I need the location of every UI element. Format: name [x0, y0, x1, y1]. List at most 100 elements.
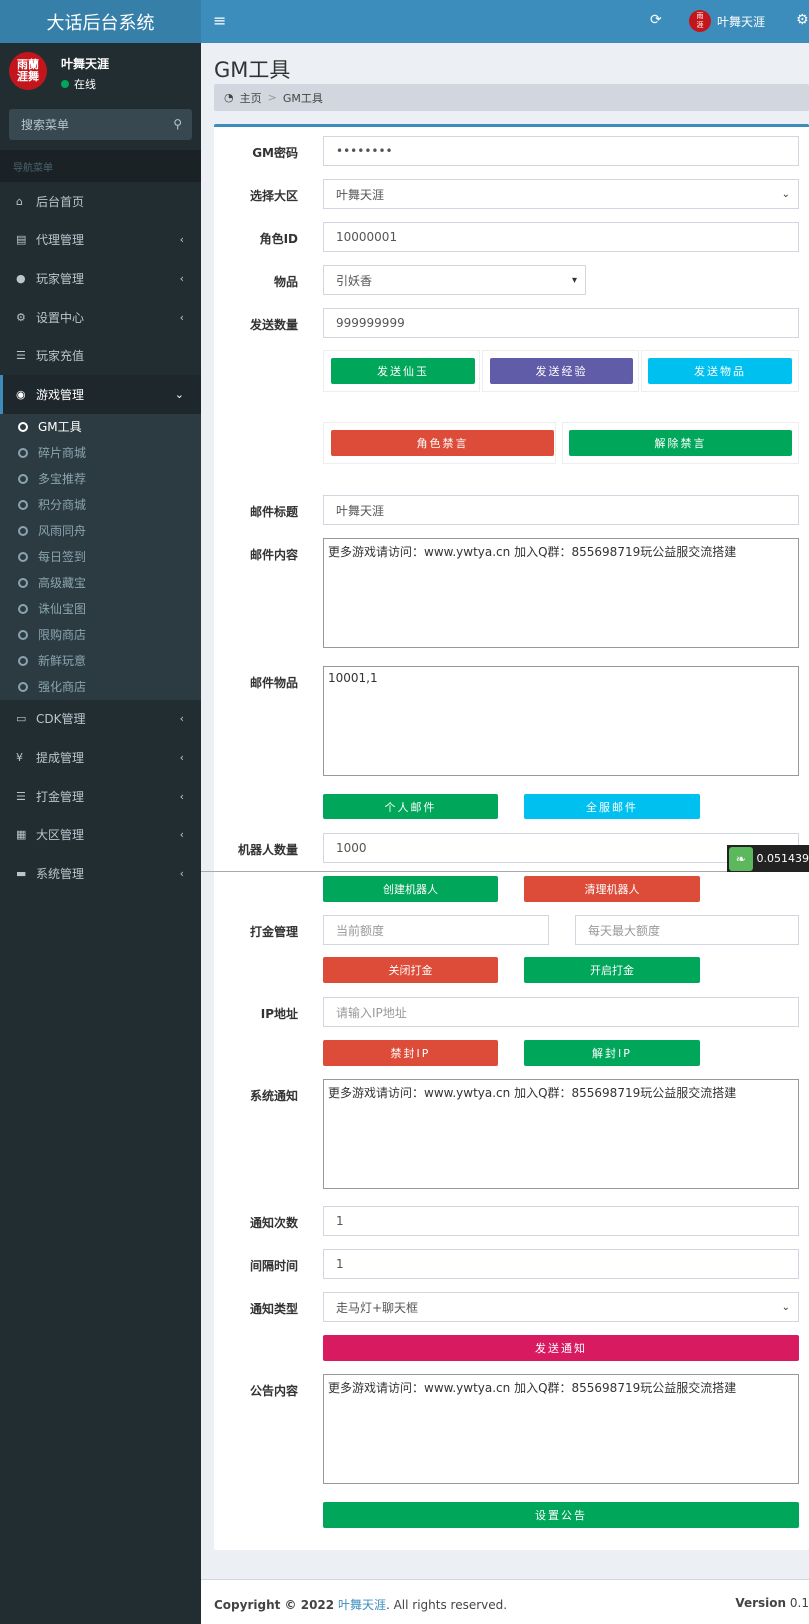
submenu-item[interactable]: 每日签到	[0, 544, 201, 570]
gears-icon: ⚙	[16, 310, 26, 324]
unban-ip-button[interactable]: 解封IP	[524, 1040, 700, 1066]
sidebar-item-recharge[interactable]: ☰ 玩家充值	[0, 336, 201, 375]
mail-items-textarea[interactable]: 10001,1	[323, 666, 799, 776]
set-announcement-button[interactable]: 设置公告	[323, 1502, 799, 1528]
mail-title-input[interactable]: 叶舞天涯	[323, 495, 799, 525]
circle-icon	[18, 681, 28, 692]
submenu-item[interactable]: 高级藏宝	[0, 570, 201, 596]
circle-icon	[18, 655, 28, 666]
search-icon[interactable]: ⚲	[173, 117, 182, 131]
send-jade-button[interactable]: 发送仙玉	[331, 358, 475, 384]
gold-current-input[interactable]: 当前额度	[323, 915, 549, 945]
submenu-item[interactable]: 多宝推荐	[0, 466, 201, 492]
gold-max-input[interactable]: 每天最大额度	[575, 915, 799, 945]
submenu-item[interactable]: 积分商城	[0, 492, 201, 518]
gm-password-input[interactable]: ••••••••	[323, 136, 799, 166]
region-select-value: 叶舞天涯	[336, 187, 385, 202]
sidebar-item-label: 后台首页	[36, 194, 85, 209]
ban-ip-button[interactable]: 禁封IP	[323, 1040, 498, 1066]
mail-content-label: 邮件内容	[249, 548, 298, 562]
breadcrumb: ◔ 主页 > GM工具	[214, 84, 809, 111]
role-id-input[interactable]: 10000001	[323, 222, 799, 252]
sidebar-item-region[interactable]: ▦ 大区管理 ‹	[0, 815, 201, 854]
submenu-label: 限购商店	[38, 628, 87, 643]
open-gold-button[interactable]: 开启打金	[524, 957, 700, 983]
submenu-label: 碎片商城	[38, 446, 87, 461]
breadcrumb-home[interactable]: 主页	[240, 90, 262, 106]
submenu-label: 高级藏宝	[38, 576, 87, 591]
circle-icon	[18, 525, 28, 536]
send-notice-button[interactable]: 发送通知	[323, 1335, 799, 1361]
submenu-item[interactable]: 碎片商城	[0, 440, 201, 466]
sidebar-item-settings[interactable]: ⚙ 设置中心 ‹	[0, 298, 201, 337]
clear-robot-button[interactable]: 清理机器人	[524, 876, 700, 902]
ip-label: IP地址	[260, 1007, 298, 1021]
game-submenu: GM工具 碎片商城 多宝推荐 积分商城 风雨同舟 每日签到 高级藏宝 诛仙宝图 …	[0, 413, 201, 700]
notice-times-input[interactable]: 1	[323, 1206, 799, 1236]
submenu-item[interactable]: 新鲜玩意	[0, 648, 201, 674]
copyright-owner-link[interactable]: 叶舞天涯	[338, 1598, 386, 1612]
desktop-icon: ▬	[16, 866, 27, 880]
sidebar-item-label: 代理管理	[36, 233, 85, 248]
leaf-icon: ❧	[729, 846, 753, 871]
interval-input[interactable]: 1	[323, 1249, 799, 1279]
user-avatar-small: 雨涯	[689, 10, 711, 32]
sidebar-item-gold[interactable]: ☰ 打金管理 ‹	[0, 777, 201, 816]
submenu-item[interactable]: 风雨同舟	[0, 518, 201, 544]
submenu-item[interactable]: 诛仙宝图	[0, 596, 201, 622]
submenu-label: 多宝推荐	[38, 472, 87, 487]
item-select[interactable]: 引妖香 ▾	[323, 265, 586, 295]
unban-chat-button[interactable]: 解除禁言	[569, 430, 792, 456]
sidebar-item-agents[interactable]: ▤ 代理管理 ‹	[0, 221, 201, 260]
notice-type-label: 通知类型	[249, 1302, 298, 1316]
nav-header: 导航菜单	[0, 150, 201, 182]
server-mail-button[interactable]: 全服邮件	[524, 794, 700, 819]
sidebar-item-game[interactable]: ◉ 游戏管理 ⌄	[0, 374, 201, 414]
sidebar-item-home[interactable]: ⌂ 后台首页	[0, 182, 201, 221]
app-logo[interactable]: 大话后台系统	[0, 0, 201, 43]
submenu-item[interactable]: 强化商店	[0, 674, 201, 700]
robot-count-label: 机器人数量	[237, 843, 298, 857]
item-label: 物品	[273, 275, 298, 289]
sidebar-item-cdk[interactable]: ▭ CDK管理 ‹	[0, 700, 201, 739]
send-item-button[interactable]: 发送物品	[648, 358, 792, 384]
chevron-left-icon: ‹	[179, 789, 184, 803]
sidebar-item-commission[interactable]: ¥ 提成管理 ‹	[0, 738, 201, 777]
floating-badge[interactable]: ❧ 0.051439	[727, 845, 809, 872]
close-gold-button[interactable]: 关闭打金	[323, 957, 498, 983]
sidebar-search-input[interactable]	[9, 109, 159, 140]
home-icon: ⌂	[16, 194, 23, 208]
sys-notice-textarea[interactable]: 更多游戏请访问：www.ywtya.cn 加入Q群：855698719玩公益服交…	[323, 1079, 799, 1189]
menu-toggle-icon[interactable]: ≡	[213, 11, 226, 30]
caret-down-icon: ▾	[571, 274, 577, 286]
interval-label: 间隔时间	[249, 1259, 298, 1273]
item-select-value: 引妖香	[336, 273, 373, 288]
notice-type-select[interactable]: 走马灯+聊天框 ⌄	[323, 1292, 799, 1322]
announcement-textarea[interactable]: 更多游戏请访问：www.ywtya.cn 加入Q群：855698719玩公益服交…	[323, 1374, 799, 1484]
user-menu[interactable]: 雨涯 叶舞天涯	[689, 10, 765, 32]
mail-content-textarea[interactable]: 更多游戏请访问：www.ywtya.cn 加入Q群：855698719玩公益服交…	[323, 538, 799, 648]
personal-mail-button[interactable]: 个人邮件	[323, 794, 498, 819]
create-robot-button[interactable]: 创建机器人	[323, 876, 498, 902]
submenu-label: 强化商店	[38, 680, 87, 695]
submenu-item[interactable]: 限购商店	[0, 622, 201, 648]
refresh-icon[interactable]: ⟳	[650, 12, 662, 28]
ip-input[interactable]: 请输入IP地址	[323, 997, 799, 1027]
region-select[interactable]: 叶舞天涯 ⌄	[323, 179, 799, 209]
online-dot-icon	[61, 80, 69, 88]
user-panel: 雨蘭 涯舞 叶舞天涯 在线	[0, 43, 201, 103]
overlay-divider	[201, 871, 727, 872]
circle-icon	[18, 603, 28, 614]
gamepad-icon: ◉	[16, 387, 26, 401]
send-qty-input[interactable]: 999999999	[323, 308, 799, 338]
ban-chat-button[interactable]: 角色禁言	[331, 430, 554, 456]
settings-gears-icon[interactable]: ⚙	[796, 12, 809, 28]
sidebar-item-label: 游戏管理	[36, 387, 85, 402]
sidebar-item-system[interactable]: ▬ 系统管理 ‹	[0, 854, 201, 893]
sidebar-item-label: 提成管理	[36, 750, 85, 765]
submenu-label: 风雨同舟	[38, 524, 87, 539]
submenu-item[interactable]: GM工具	[0, 414, 201, 440]
app-title: 大话后台系统	[46, 12, 155, 34]
send-exp-button[interactable]: 发送经验	[490, 358, 633, 384]
sidebar-item-players[interactable]: ● 玩家管理 ‹	[0, 259, 201, 298]
